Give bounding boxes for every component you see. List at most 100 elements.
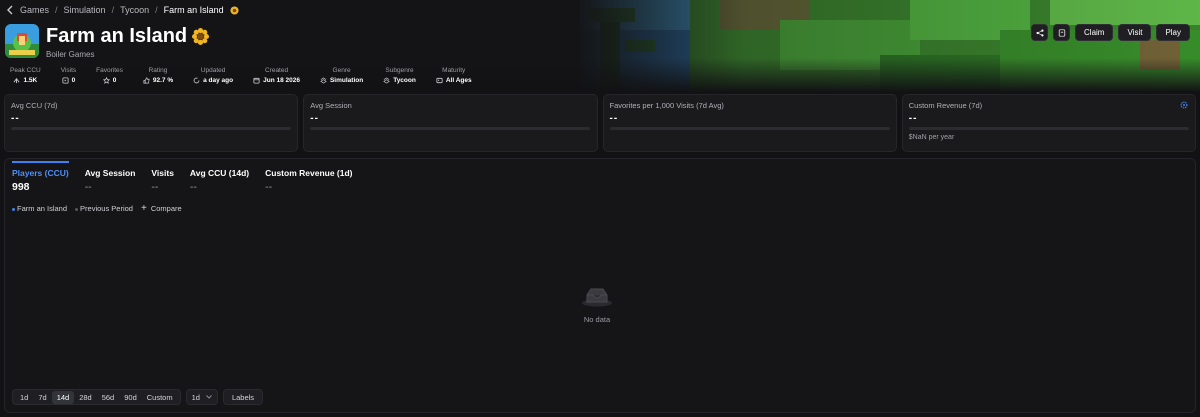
tab-label: Avg CCU (14d) (189, 168, 250, 178)
tab-value: 998 (12, 181, 30, 193)
thumbs-up-icon (143, 77, 150, 84)
legend-item-series[interactable]: Farm an Island (12, 204, 67, 213)
range-option-90d[interactable]: 90d (119, 391, 142, 404)
card-title: Avg CCU (7d) (11, 101, 58, 110)
play-button[interactable]: Play (1156, 24, 1190, 41)
range-option-1d[interactable]: 1d (15, 391, 33, 404)
stat-value-row: 0 (96, 77, 123, 84)
stat-subgenre: Subgenre Tycoon (373, 67, 426, 84)
chevron-left-icon[interactable] (6, 5, 14, 15)
stat-value: 92.7 % (152, 77, 174, 84)
interval-select[interactable]: 1d (185, 389, 218, 405)
sunflower-icon (192, 28, 210, 45)
tab-value: -- (189, 181, 197, 193)
stat-updated: Updated a day ago (183, 67, 243, 84)
subgenre-icon (383, 77, 390, 84)
visits-icon (62, 77, 69, 84)
breadcrumb-separator: / (155, 5, 158, 15)
range-option-7d[interactable]: 7d (33, 391, 51, 404)
breadcrumb: Games / Simulation / Tycoon / Farm an Is… (6, 5, 239, 15)
stat-value-row: a day ago (193, 77, 233, 84)
chevron-down-icon (206, 395, 212, 399)
stat-label: Maturity (442, 67, 466, 74)
range-option-custom[interactable]: Custom (142, 391, 178, 404)
genre-icon (320, 77, 327, 84)
stat-rating: Rating 92.7 % (133, 67, 183, 84)
stat-value: 1.5K (23, 77, 38, 84)
series-dot (12, 208, 15, 211)
stat-value-row: Jun 18 2026 (253, 77, 300, 84)
gear-icon[interactable] (1180, 101, 1188, 109)
stat-maturity: Maturity All Ages (426, 67, 482, 84)
stat-label: Rating (148, 67, 168, 74)
star-icon (102, 77, 110, 84)
stat-value: All Ages (445, 77, 472, 84)
stat-label: Peak CCU (10, 67, 41, 74)
tab-label: Avg Session (84, 168, 136, 178)
tab-value: -- (84, 181, 92, 193)
stat-value-row: 0 (61, 77, 76, 84)
stat-value-row: Tycoon (383, 77, 416, 84)
stat-value: Tycoon (393, 77, 416, 84)
card-progress-bar (908, 127, 1189, 130)
compare-button[interactable]: + Compare (141, 203, 182, 214)
breadcrumb-separator: / (55, 5, 58, 15)
card-title: Favorites per 1,000 Visits (7d Avg) (609, 101, 724, 110)
labels-button[interactable]: Labels (222, 389, 264, 405)
card-title: Avg Session (310, 101, 352, 110)
tab-visits[interactable]: Visits -- (151, 161, 174, 193)
stat-peak-ccu: Peak CCU 1.5K (0, 67, 51, 84)
tab-avg-ccu-14d[interactable]: Avg CCU (14d) -- (190, 161, 249, 193)
share-button[interactable] (1031, 24, 1049, 41)
stat-value-row: All Ages (436, 77, 472, 84)
game-banner: Games / Simulation / Tycoon / Farm an Is… (0, 0, 1200, 92)
game-title-text: Farm an Island (46, 25, 188, 47)
chart-legend: Farm an Island Previous Period + Compare (12, 203, 182, 214)
breadcrumb-games[interactable]: Games (20, 5, 49, 15)
page-title: Farm an Island (46, 25, 210, 48)
card-progress-bar (609, 127, 890, 130)
tab-custom-revenue-1d[interactable]: Custom Revenue (1d) -- (265, 161, 352, 193)
breadcrumb-simulation[interactable]: Simulation (64, 5, 106, 15)
empty-inbox-icon (582, 288, 612, 307)
sunflower-icon (230, 5, 239, 15)
stat-label: Updated (200, 67, 226, 74)
stat-favorites: Favorites 0 (86, 67, 133, 84)
breadcrumb-separator: / (111, 5, 115, 15)
range-option-56d[interactable]: 56d (97, 391, 120, 404)
range-option-28d[interactable]: 28d (74, 391, 97, 404)
interval-value: 1d (191, 392, 200, 402)
card-favorites-per-visits: Favorites per 1,000 Visits (7d Avg) -- (602, 94, 897, 152)
legend-series-label: Farm an Island (17, 204, 68, 213)
bookmark-icon (1058, 28, 1065, 37)
metric-tabs: Players (CCU) 998 Avg Session -- Visits … (12, 161, 353, 193)
stat-label: Created (264, 67, 289, 74)
metric-cards: Avg CCU (7d) -- Avg Session -- Favorites… (4, 94, 1196, 152)
developer-name[interactable]: Boiler Games (46, 50, 94, 59)
stat-label: Visits (60, 67, 77, 74)
stat-value-row: 92.7 % (143, 77, 173, 84)
card-note: $NaN per year (908, 134, 955, 141)
visit-button[interactable]: Visit (1118, 24, 1152, 41)
claim-button[interactable]: Claim (1075, 24, 1114, 41)
share-icon (1035, 28, 1044, 37)
legend-item-previous[interactable]: Previous Period (75, 204, 133, 213)
stat-value: Jun 18 2026 (263, 77, 300, 84)
breadcrumb-tycoon[interactable]: Tycoon (120, 5, 149, 15)
tab-label: Players (CCU) (12, 168, 69, 178)
tab-value: -- (265, 181, 273, 193)
card-value: -- (310, 113, 319, 124)
tab-label: Visits (151, 168, 174, 178)
stat-genre: Genre Simulation (310, 67, 373, 84)
card-progress-bar (310, 127, 591, 130)
bookmark-button[interactable] (1053, 24, 1071, 41)
tab-avg-session[interactable]: Avg Session -- (85, 161, 136, 193)
range-option-14d[interactable]: 14d (51, 390, 75, 404)
chart-panel: Players (CCU) 998 Avg Session -- Visits … (4, 158, 1196, 413)
tab-value: -- (151, 181, 159, 193)
no-data-label: No data (583, 315, 611, 324)
tab-players-ccu[interactable]: Players (CCU) 998 (12, 161, 69, 193)
stat-label: Genre (332, 67, 351, 74)
stat-value-row: Simulation (320, 77, 363, 84)
card-custom-revenue: Custom Revenue (7d) -- $NaN per year (901, 94, 1196, 152)
